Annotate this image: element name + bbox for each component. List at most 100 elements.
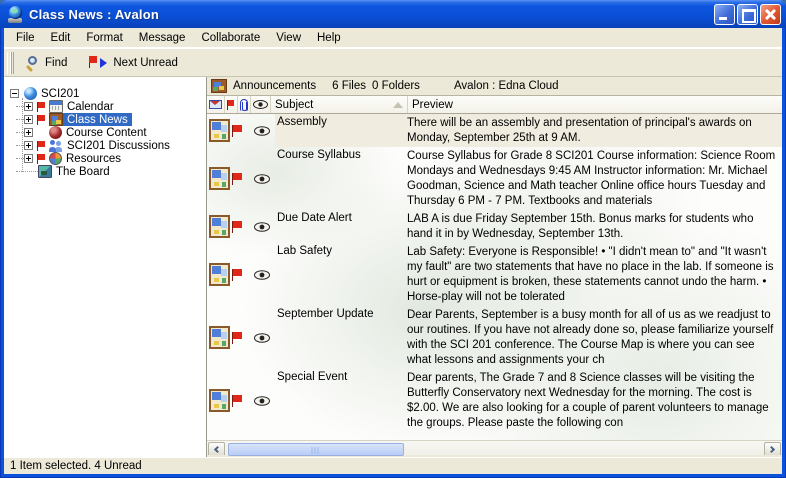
message-preview: Dear Parents, September is a busy month …: [405, 306, 782, 369]
menu-view[interactable]: View: [268, 30, 309, 46]
window-title: Class News : Avalon: [29, 7, 159, 22]
tree-item-sci201-discussions[interactable]: SCI201 Discussions: [16, 139, 206, 152]
sort-ascending-icon: [393, 102, 403, 108]
menu-edit[interactable]: Edit: [43, 30, 79, 46]
list-column-header: Subject Preview: [207, 96, 782, 114]
tree-item-course-content[interactable]: Course Content: [16, 126, 206, 139]
unread-flag-icon: [232, 221, 242, 233]
expand-icon[interactable]: [24, 154, 33, 163]
menu-help[interactable]: Help: [309, 30, 349, 46]
viewed-eye-icon: [254, 174, 270, 184]
tree-item-sci201[interactable]: SCI201: [10, 87, 206, 100]
tree-item-calendar[interactable]: Calendar: [16, 100, 206, 113]
menu-file[interactable]: File: [8, 30, 43, 46]
message-list[interactable]: Assembly There will be an assembly and p…: [207, 114, 782, 440]
status-text: 1 Item selected. 4 Unread: [10, 460, 142, 472]
tree-item-resources[interactable]: Resources: [16, 152, 206, 165]
column-attachment[interactable]: [238, 96, 251, 113]
minimize-button[interactable]: [714, 4, 735, 25]
find-button[interactable]: Find: [18, 51, 74, 75]
unread-flag-icon: [37, 141, 46, 151]
scroll-right-button[interactable]: [764, 442, 781, 457]
the-board-icon: [38, 165, 52, 178]
announcements-icon: [211, 79, 227, 93]
message-row-assembly[interactable]: Assembly There will be an assembly and p…: [207, 114, 782, 147]
title-bar[interactable]: Class News : Avalon: [0, 0, 786, 28]
column-subject[interactable]: Subject: [271, 96, 408, 113]
viewed-eye-icon: [254, 126, 270, 136]
tree-item-the-board[interactable]: The Board: [16, 165, 206, 178]
menu-message[interactable]: Message: [131, 30, 194, 46]
eye-icon: [253, 100, 268, 109]
bulletin-board-icon: [209, 215, 230, 238]
message-row-course-syllabus[interactable]: Course Syllabus Course Syllabus for Grad…: [207, 147, 782, 210]
bulletin-board-icon: [209, 167, 230, 190]
app-window: Class News : Avalon File Edit Format Mes…: [0, 0, 786, 478]
message-row-due-date-alert[interactable]: Due Date Alert LAB A is due Friday Septe…: [207, 210, 782, 243]
close-button[interactable]: [760, 4, 781, 25]
bulletin-board-icon: [49, 113, 63, 126]
conference-name: Announcements: [233, 80, 316, 92]
next-unread-label: Next Unread: [113, 57, 178, 69]
menu-collaborate[interactable]: Collaborate: [193, 30, 268, 46]
flag-arrow-icon: [89, 56, 109, 69]
unread-flag-icon: [232, 173, 242, 185]
menu-bar: File Edit Format Message Collaborate Vie…: [4, 28, 782, 48]
status-bar: 1 Item selected. 4 Unread: [4, 457, 782, 474]
bulletin-board-icon: [209, 389, 230, 412]
next-unread-button[interactable]: Next Unread: [82, 52, 185, 73]
message-preview: Course Syllabus for Grade 8 SCI201 Cours…: [405, 147, 782, 210]
message-row-lab-safety[interactable]: Lab Safety Lab Safety: Everyone is Respo…: [207, 243, 782, 306]
bulletin-board-icon: [209, 119, 230, 142]
flag-icon: [227, 100, 235, 110]
maximize-button[interactable]: [737, 4, 758, 25]
message-row-september-update[interactable]: September Update Dear Parents, September…: [207, 306, 782, 369]
conference-info-bar: Announcements 6 Files 0 Folders Avalon :…: [207, 77, 782, 96]
column-preview[interactable]: Preview: [408, 96, 782, 113]
conference-location: Avalon : Edna Cloud: [454, 80, 559, 92]
tree-root-label: SCI201: [39, 88, 81, 100]
message-subject: Assembly: [275, 114, 405, 147]
unread-flag-icon: [232, 125, 242, 137]
expand-icon[interactable]: [24, 115, 33, 124]
file-count: 6 Files: [332, 80, 366, 92]
viewed-eye-icon: [254, 396, 270, 406]
unread-flag-icon: [37, 102, 46, 112]
expand-icon[interactable]: [24, 141, 33, 150]
message-subject: Due Date Alert: [275, 210, 405, 243]
viewed-eye-icon: [254, 333, 270, 343]
viewed-eye-icon: [254, 270, 270, 280]
course-content-icon: [49, 126, 62, 139]
unread-flag-icon: [37, 154, 46, 164]
scroll-left-button[interactable]: [208, 442, 225, 457]
folder-tree-pane[interactable]: SCI201 Calendar C: [4, 77, 207, 457]
tree-item-class-news[interactable]: Class News: [16, 113, 206, 126]
folder-count: 0 Folders: [372, 80, 420, 92]
expand-icon[interactable]: [24, 128, 33, 137]
app-globe-icon: [7, 6, 24, 23]
toolbar: Find Next Unread: [4, 48, 782, 77]
column-viewed[interactable]: [251, 96, 271, 113]
find-button-label: Find: [45, 57, 67, 69]
menu-format[interactable]: Format: [78, 30, 130, 46]
message-row-special-event[interactable]: Special Event Dear parents, The Grade 7 …: [207, 369, 782, 432]
bulletin-board-icon: [209, 326, 230, 349]
resources-icon: [49, 152, 62, 165]
flag-placeholder: [37, 128, 46, 138]
bulletin-board-icon: [209, 263, 230, 286]
discussions-icon: [49, 139, 63, 152]
calendar-icon: [49, 100, 63, 113]
unread-flag-icon: [232, 332, 242, 344]
scrollbar-thumb[interactable]: [228, 443, 404, 456]
horizontal-scrollbar[interactable]: [207, 440, 782, 457]
column-unread-flag[interactable]: [225, 96, 238, 113]
unread-flag-icon: [232, 395, 242, 407]
message-preview: Dear parents, The Grade 7 and 8 Science …: [405, 369, 782, 432]
collapse-icon[interactable]: [10, 89, 19, 98]
expand-icon[interactable]: [24, 102, 33, 111]
toolbar-gripper[interactable]: [7, 52, 14, 74]
unread-flag-icon: [232, 269, 242, 281]
paperclip-icon: [240, 99, 248, 111]
magnifier-icon: [25, 55, 41, 71]
column-message-status[interactable]: [207, 96, 225, 113]
